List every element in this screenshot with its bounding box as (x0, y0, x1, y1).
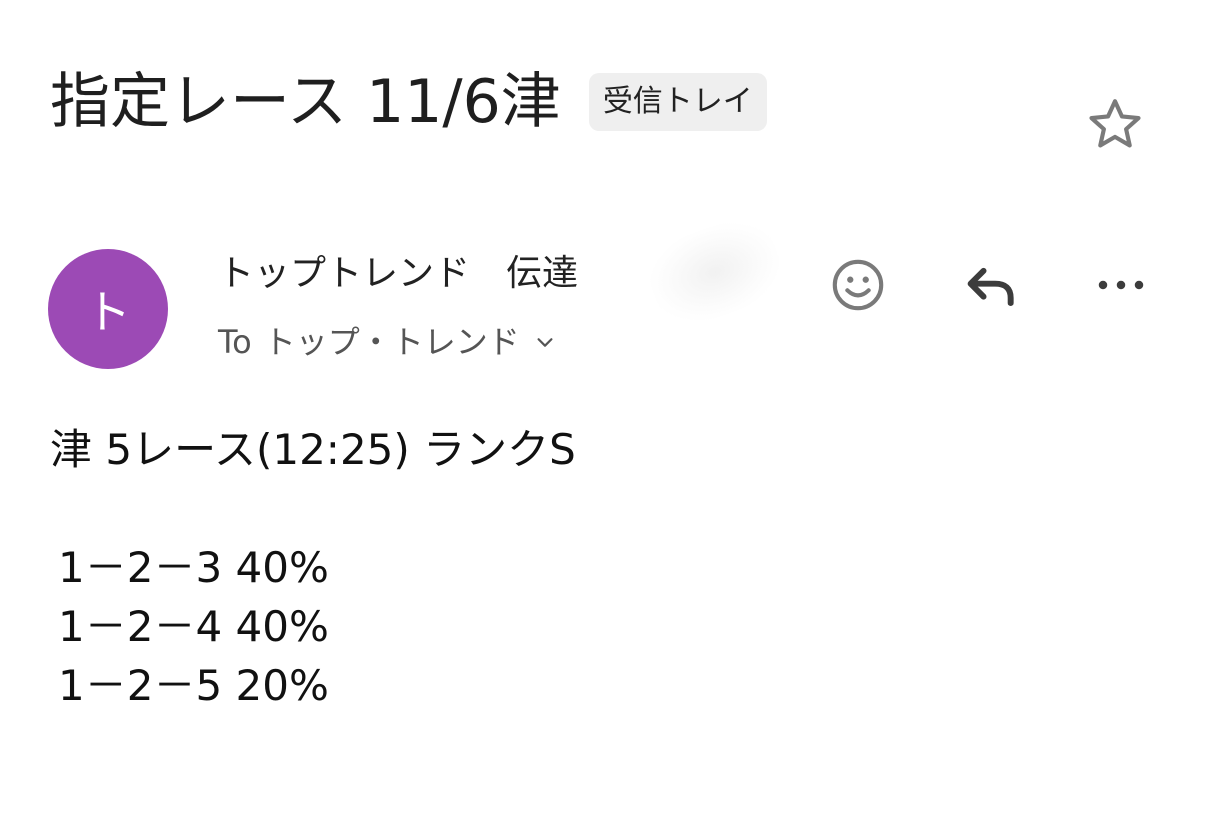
star-button[interactable] (1082, 92, 1148, 158)
pick-line: 1－2－4 40% (58, 602, 329, 651)
pick-line: 1－2－5 20% (58, 661, 329, 710)
smiley-face-icon (832, 259, 884, 311)
recipient-prefix: To (218, 323, 252, 361)
recipient-name: トップ・トレンド (263, 323, 520, 361)
email-subject: 指定レース 11/6津 (50, 67, 561, 137)
blurred-smudge (638, 208, 792, 336)
reply-arrow-icon (967, 267, 1014, 307)
add-reaction-button[interactable] (820, 247, 896, 323)
subject-row: 指定レース 11/6津 受信トレイ (50, 62, 767, 142)
sender-avatar[interactable]: ト (48, 249, 168, 369)
avatar-initial: ト (85, 285, 131, 339)
star-outline-icon (1089, 99, 1141, 148)
recipient-details-toggle[interactable]: To トップ・トレンド (218, 320, 556, 364)
reply-button[interactable] (952, 247, 1028, 323)
sender-name[interactable]: トップトレンド 伝達 (218, 250, 578, 298)
more-options-button[interactable] (1083, 247, 1159, 323)
more-horizontal-icon (1098, 280, 1144, 290)
pick-line: 1－2－3 40% (58, 543, 329, 592)
inbox-label-chip[interactable]: 受信トレイ (588, 73, 767, 131)
chevron-down-icon (534, 331, 556, 353)
race-info-line: 津 5レース(12:25) ランクS (50, 425, 576, 474)
email-body: 津 5レース(12:25) ランクS 1－2－3 40% 1－2－4 40% 1… (50, 420, 576, 715)
